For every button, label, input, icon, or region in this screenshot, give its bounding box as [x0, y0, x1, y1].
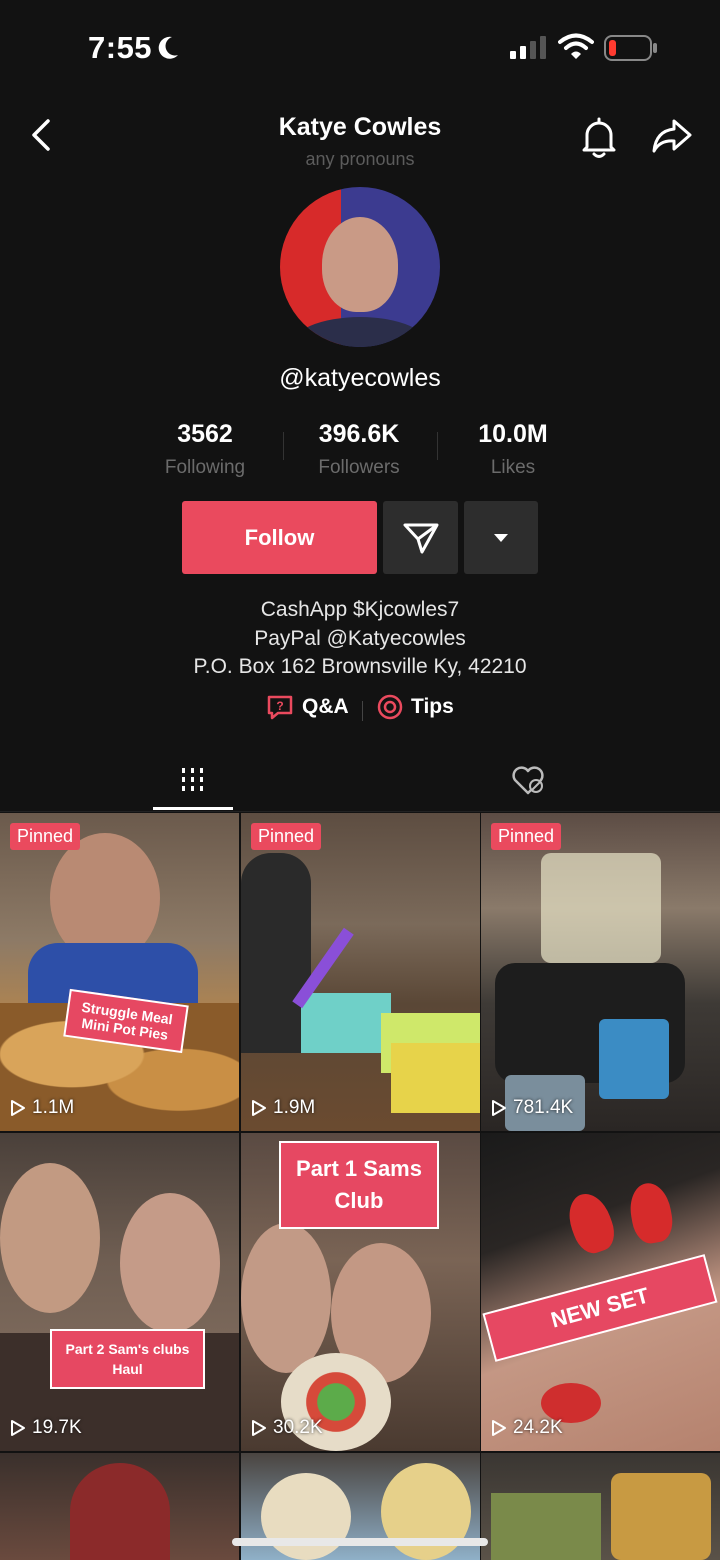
play-icon [492, 1420, 506, 1436]
qa-link[interactable]: ? Q&A [266, 694, 349, 720]
video-tile[interactable]: Part 1 Sams Club 30.2K [241, 1133, 480, 1451]
video-tile[interactable] [481, 1453, 720, 1560]
stat-label: Likes [490, 457, 536, 478]
video-tile[interactable]: Pinned Struggle Meal Mini Pot Pies 1.1M [0, 813, 239, 1131]
share-icon[interactable] [650, 117, 694, 157]
view-count: 24.2K [491, 1417, 563, 1439]
view-count: 19.7K [10, 1417, 82, 1439]
video-caption: Part 2 Sam's clubs Haul [50, 1329, 205, 1389]
content-tabs [0, 750, 720, 812]
stat-likes[interactable]: 10.0M Likes [438, 420, 588, 479]
view-count-text: 24.2K [513, 1417, 563, 1438]
qa-icon: ? [267, 695, 293, 720]
status-time: 7:55 [88, 30, 153, 65]
view-count-text: 1.9M [273, 1097, 316, 1118]
stat-value: 396.6K [318, 420, 400, 448]
videos-grid-tab-icon[interactable] [180, 766, 206, 794]
send-icon [403, 523, 438, 553]
link-separator [362, 701, 363, 721]
stat-value: 3562 [177, 420, 233, 448]
battery-icon [604, 35, 657, 61]
moon-icon [158, 36, 178, 59]
view-count-text: 19.7K [32, 1417, 82, 1438]
stat-following[interactable]: 3562 Following [130, 420, 280, 479]
video-caption: NEW SET [482, 1254, 718, 1362]
view-count: 1.9M [251, 1097, 315, 1119]
stat-value: 10.0M [478, 420, 548, 448]
video-tile[interactable]: Part 2 Sam's clubs Haul 19.7K [0, 1133, 239, 1451]
view-count: 781.4K [491, 1097, 573, 1119]
video-caption: Part 1 Sams Club [279, 1141, 439, 1229]
stat-label: Following [164, 457, 246, 478]
home-indicator[interactable] [232, 1538, 488, 1546]
tips-icon [377, 694, 403, 720]
pinned-badge: Pinned [251, 823, 322, 850]
svg-text:?: ? [276, 699, 283, 713]
profile-links: ? Q&A Tips [0, 694, 720, 726]
bio-line: PayPal @Katyecowles [254, 626, 466, 650]
profile-header: Katye Cowles any pronouns [0, 105, 720, 185]
video-tile[interactable]: Pinned 781.4K [481, 813, 720, 1131]
video-tile[interactable]: NEW SET 24.2K [481, 1133, 720, 1451]
bio-line: CashApp $Kjcowles7 [260, 598, 460, 621]
stat-followers[interactable]: 396.6K Followers [284, 420, 434, 479]
play-icon [252, 1100, 266, 1116]
profile-stats: 3562 Following 396.6K Followers 10.0M Li… [0, 420, 720, 480]
view-count: 30.2K [251, 1417, 323, 1439]
play-icon [492, 1100, 506, 1116]
caret-down-icon [494, 533, 508, 542]
message-button[interactable] [383, 501, 458, 574]
status-bar: 7:55 [0, 0, 720, 100]
view-count: 1.1M [10, 1097, 74, 1119]
liked-hidden-tab-icon[interactable] [510, 764, 546, 796]
tips-label: Tips [411, 695, 454, 718]
stat-divider [437, 432, 438, 460]
bio: CashApp $Kjcowles7 PayPal @Katyecowles P… [0, 596, 720, 682]
view-count-text: 30.2K [273, 1417, 323, 1438]
stat-divider [283, 432, 284, 460]
view-count-text: 1.1M [32, 1097, 75, 1118]
play-icon [11, 1420, 25, 1436]
active-tab-indicator [153, 807, 233, 810]
more-options-button[interactable] [464, 501, 538, 574]
play-icon [11, 1100, 25, 1116]
tips-link[interactable]: Tips [377, 694, 454, 720]
view-count-text: 781.4K [513, 1097, 574, 1118]
play-icon [252, 1420, 266, 1436]
stat-label: Followers [318, 457, 400, 478]
wifi-icon [558, 33, 594, 59]
video-tile[interactable]: Pinned 1.9M [241, 813, 480, 1131]
signal-icon [510, 36, 546, 59]
video-tile[interactable] [0, 1453, 239, 1560]
qa-label: Q&A [302, 695, 349, 718]
bio-line: P.O. Box 162 Brownsville Ky, 42210 [193, 655, 527, 678]
username: @katyecowles [279, 364, 441, 392]
follow-button[interactable]: Follow [182, 501, 377, 574]
bell-icon[interactable] [578, 115, 620, 159]
avatar[interactable] [280, 187, 440, 347]
pinned-badge: Pinned [491, 823, 562, 850]
pinned-badge: Pinned [10, 823, 81, 850]
